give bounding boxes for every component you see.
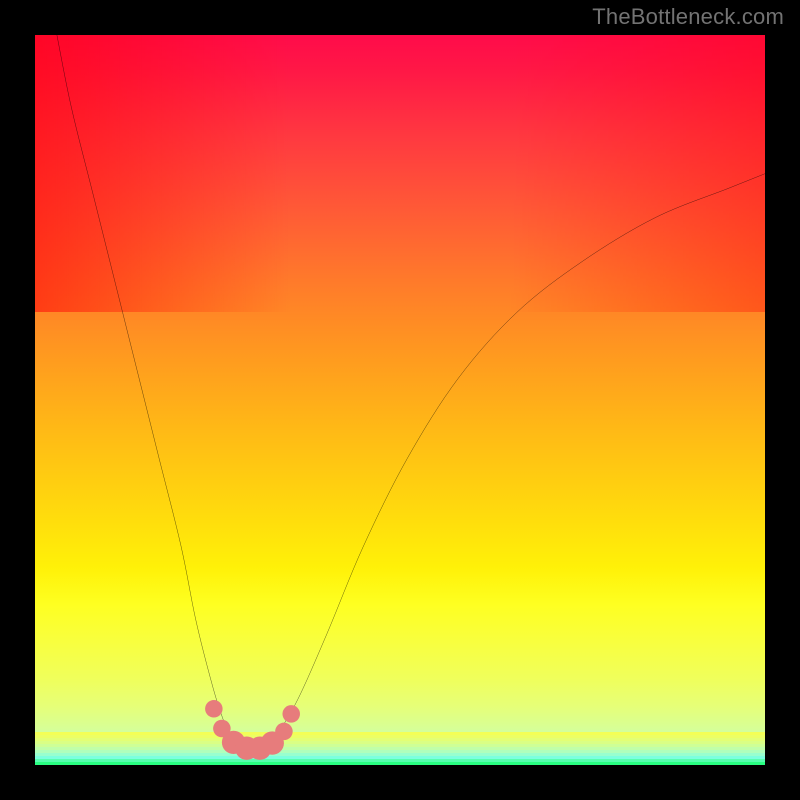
curve-marker	[282, 705, 300, 723]
curve-layer	[35, 35, 765, 765]
bottleneck-curve	[57, 35, 765, 749]
curve-markers	[205, 700, 300, 760]
chart-frame: TheBottleneck.com	[0, 0, 800, 800]
curve-marker	[205, 700, 223, 718]
curve-marker	[275, 723, 293, 741]
watermark-text: TheBottleneck.com	[592, 4, 784, 30]
plot-area	[35, 35, 765, 765]
